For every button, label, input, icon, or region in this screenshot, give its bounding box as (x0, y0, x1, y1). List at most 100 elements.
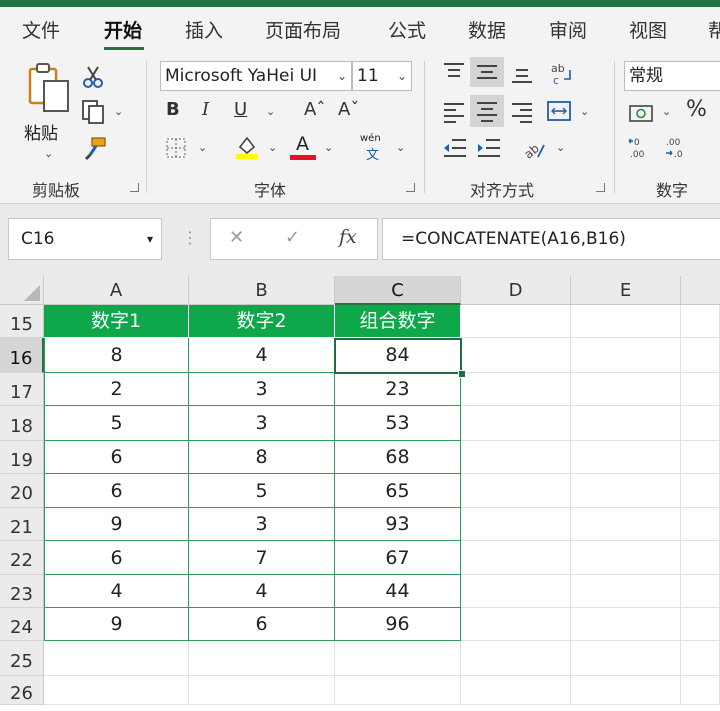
empty-cell[interactable] (189, 676, 335, 705)
empty-cell[interactable] (681, 575, 720, 608)
shrink-font-button[interactable]: Aˇ (338, 99, 359, 121)
select-all-corner[interactable] (0, 276, 44, 305)
decrease-decimal-icon[interactable]: .00 .0 (664, 135, 692, 161)
table-cell[interactable]: 4 (44, 575, 189, 608)
wrap-text-icon[interactable]: ab c (548, 61, 574, 87)
empty-cell[interactable] (571, 338, 681, 373)
empty-cell[interactable] (681, 608, 720, 641)
table-header-cell[interactable]: 数字2 (189, 305, 335, 338)
empty-cell[interactable] (681, 406, 720, 441)
table-cell[interactable]: 9 (44, 608, 189, 641)
table-cell[interactable]: 53 (335, 406, 461, 441)
merge-dropdown-icon[interactable]: ⌄ (580, 105, 589, 118)
empty-cell[interactable] (571, 441, 681, 474)
grow-font-button[interactable]: Aˆ (304, 99, 325, 121)
table-cell[interactable]: 23 (335, 373, 461, 406)
row-header-25[interactable]: 25 (0, 641, 44, 676)
row-header-23[interactable]: 23 (0, 575, 44, 608)
empty-cell[interactable] (681, 373, 720, 406)
tab-home[interactable]: 开始 (104, 16, 142, 43)
row-header-22[interactable]: 22 (0, 541, 44, 575)
column-header-c[interactable]: C (335, 276, 461, 305)
empty-cell[interactable] (461, 541, 571, 575)
empty-cell[interactable] (461, 641, 571, 676)
empty-cell[interactable] (571, 676, 681, 705)
table-cell[interactable]: 96 (335, 608, 461, 641)
alignment-launcher-icon[interactable] (596, 183, 605, 192)
empty-cell[interactable] (461, 508, 571, 541)
table-cell[interactable]: 6 (44, 541, 189, 575)
format-painter-icon[interactable] (82, 135, 108, 161)
empty-cell[interactable] (44, 641, 189, 676)
merge-center-icon[interactable] (546, 99, 572, 123)
fill-color-icon[interactable] (234, 133, 260, 159)
underline-button[interactable]: U (234, 99, 247, 121)
empty-cell[interactable] (571, 575, 681, 608)
accounting-format-icon[interactable] (628, 103, 656, 125)
empty-cell[interactable] (681, 474, 720, 508)
table-cell[interactable]: 93 (335, 508, 461, 541)
table-cell[interactable]: 5 (189, 474, 335, 508)
tab-page-layout[interactable]: 页面布局 (265, 16, 341, 43)
table-cell[interactable]: 8 (44, 338, 189, 373)
table-cell[interactable]: 6 (44, 441, 189, 474)
table-cell[interactable]: 8 (189, 441, 335, 474)
borders-dropdown-icon[interactable]: ⌄ (198, 141, 207, 154)
row-header-15[interactable]: 15 (0, 305, 44, 338)
drag-handle-icon[interactable]: ⋮ (182, 228, 198, 247)
empty-cell[interactable] (44, 676, 189, 705)
tab-file[interactable]: 文件 (22, 16, 60, 43)
column-header-f[interactable] (681, 276, 720, 305)
empty-cell[interactable] (571, 474, 681, 508)
table-cell[interactable]: 84 (335, 338, 461, 373)
empty-cell[interactable] (681, 676, 720, 705)
empty-cell[interactable] (571, 641, 681, 676)
italic-button[interactable]: I (202, 99, 209, 121)
table-header-cell[interactable]: 数字1 (44, 305, 189, 338)
table-cell[interactable]: 44 (335, 575, 461, 608)
empty-cell[interactable] (461, 474, 571, 508)
table-cell[interactable]: 6 (189, 608, 335, 641)
table-cell[interactable]: 67 (335, 541, 461, 575)
table-cell[interactable]: 6 (44, 474, 189, 508)
underline-dropdown-icon[interactable]: ⌄ (266, 105, 275, 118)
tab-insert[interactable]: 插入 (185, 16, 223, 43)
table-cell[interactable]: 3 (189, 373, 335, 406)
copy-icon[interactable] (80, 99, 106, 125)
phonetic-button[interactable]: wén 文 (358, 133, 388, 163)
tab-view[interactable]: 视图 (629, 16, 667, 43)
empty-cell[interactable] (461, 406, 571, 441)
fill-handle[interactable] (458, 370, 466, 378)
empty-cell[interactable] (681, 541, 720, 575)
table-cell[interactable]: 2 (44, 373, 189, 406)
enter-icon[interactable]: ✓ (285, 227, 300, 248)
empty-cell[interactable] (681, 305, 720, 338)
increase-decimal-icon[interactable]: 0 .00 (628, 135, 656, 161)
table-cell[interactable]: 4 (189, 338, 335, 373)
tab-help[interactable]: 帮 (708, 16, 720, 43)
row-header-20[interactable]: 20 (0, 474, 44, 508)
decrease-indent-icon[interactable] (442, 137, 468, 161)
tab-formulas[interactable]: 公式 (388, 16, 426, 43)
phonetic-dropdown-icon[interactable]: ⌄ (396, 141, 405, 154)
table-cell[interactable]: 5 (44, 406, 189, 441)
align-top-icon[interactable] (442, 61, 466, 83)
insert-function-icon[interactable]: fx (339, 226, 357, 248)
copy-dropdown-icon[interactable]: ⌄ (114, 105, 123, 118)
column-header-e[interactable]: E (571, 276, 681, 305)
empty-cell[interactable] (571, 406, 681, 441)
row-header-19[interactable]: 19 (0, 441, 44, 474)
paste-button[interactable]: 粘贴 ⌄ (20, 61, 74, 161)
empty-cell[interactable] (681, 641, 720, 676)
font-size-select[interactable]: 11 ⌄ (352, 61, 412, 91)
number-format-select[interactable]: 常规 (624, 61, 720, 91)
orientation-icon[interactable]: ab (522, 137, 548, 161)
empty-cell[interactable] (571, 541, 681, 575)
row-header-16[interactable]: 16 (0, 338, 44, 373)
paste-dropdown-icon[interactable]: ⌄ (44, 147, 53, 160)
row-header-17[interactable]: 17 (0, 373, 44, 406)
orientation-dropdown-icon[interactable]: ⌄ (556, 141, 565, 154)
align-left-icon[interactable] (442, 101, 466, 123)
formula-input[interactable]: =CONCATENATE(A16,B16) (382, 218, 720, 260)
empty-cell[interactable] (335, 641, 461, 676)
